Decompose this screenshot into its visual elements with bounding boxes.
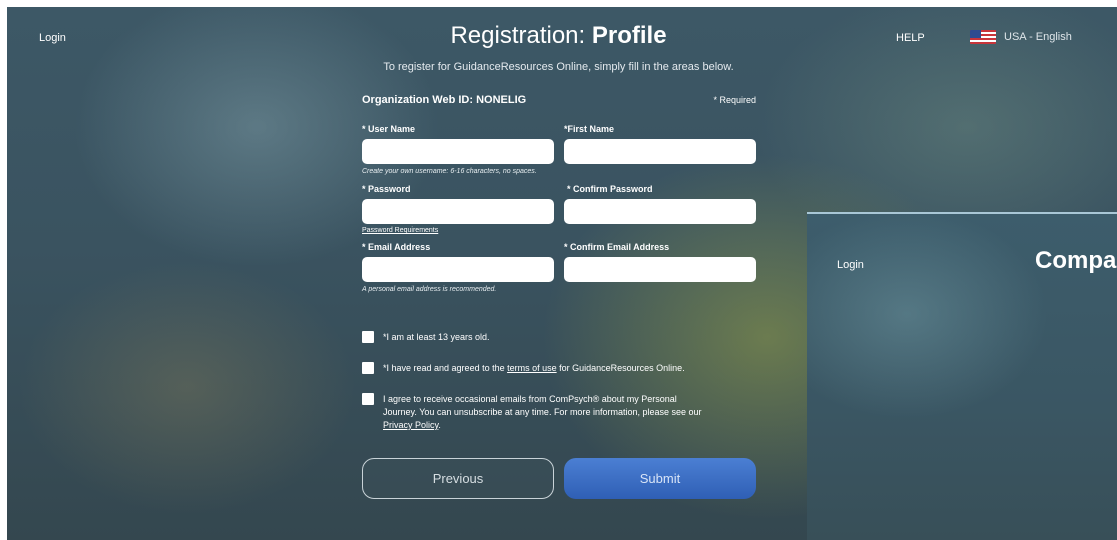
email-input[interactable] xyxy=(362,257,554,282)
email-hint: A personal email address is recommended. xyxy=(362,286,497,293)
terms-check-row: *I have read and agreed to the terms of … xyxy=(362,362,756,375)
emails-check-row: I agree to receive occasional emails fro… xyxy=(362,393,756,432)
field-row-emails: * Email Address * Confirm Email Address xyxy=(362,242,756,282)
first-name-label: *First Name xyxy=(564,124,615,134)
title-bold: Profile xyxy=(591,22,667,49)
terms-text-before: *I have read and agreed to the xyxy=(383,363,508,373)
confirm-password-label: * Confirm Password xyxy=(567,184,653,194)
agreement-checks: *I am at least 13 years old. *I have rea… xyxy=(362,331,756,432)
privacy-policy-link[interactable]: Privacy Policy xyxy=(383,420,438,430)
submit-button[interactable]: Submit xyxy=(564,458,756,499)
confirm-email-input[interactable] xyxy=(564,257,756,282)
org-row: Organization Web ID: NONELIG * Required xyxy=(362,94,756,110)
previous-button[interactable]: Previous xyxy=(362,458,554,499)
terms-of-use-link[interactable]: terms of use xyxy=(507,363,557,373)
overlapping-window[interactable]: Login Compa xyxy=(807,212,1117,540)
org-web-id: Organization Web ID: NONELIG xyxy=(362,94,527,106)
overlay-login-link[interactable]: Login xyxy=(837,259,864,271)
username-group: * User Name xyxy=(362,124,554,164)
language-label: USA - English xyxy=(1004,31,1072,43)
emails-text: I agree to receive occasional emails fro… xyxy=(383,394,702,417)
terms-check-label: *I have read and agreed to the terms of … xyxy=(383,362,723,375)
password-label: * Password xyxy=(362,184,411,194)
password-group: * Password xyxy=(362,184,554,224)
email-label: * Email Address xyxy=(362,242,431,252)
title-prefix: Registration: xyxy=(450,22,592,49)
emails-check-label: I agree to receive occasional emails fro… xyxy=(383,393,713,432)
field-row-names: * User Name *First Name xyxy=(362,124,756,164)
required-note: * Required xyxy=(713,95,756,105)
us-flag-icon xyxy=(970,30,996,44)
confirm-email-group: * Confirm Email Address xyxy=(564,242,756,282)
page-title: Registration: Profile xyxy=(0,22,1117,50)
terms-text-after: for GuidanceResources Online. xyxy=(556,363,685,373)
emails-checkbox[interactable] xyxy=(362,393,374,405)
age-check-row: *I am at least 13 years old. xyxy=(362,331,756,344)
username-label: * User Name xyxy=(362,124,416,134)
first-name-group: *First Name xyxy=(564,124,756,164)
age-checkbox[interactable] xyxy=(362,331,374,343)
confirm-email-label: * Confirm Email Address xyxy=(564,242,670,252)
first-name-input[interactable] xyxy=(564,139,756,164)
confirm-password-group: * Confirm Password xyxy=(564,184,756,224)
username-hint: Create your own username: 6-16 character… xyxy=(362,168,537,175)
emails-text-end: . xyxy=(438,420,441,430)
email-group: * Email Address xyxy=(362,242,554,282)
field-row-passwords: * Password * Confirm Password xyxy=(362,184,756,224)
confirm-password-input[interactable] xyxy=(564,199,756,224)
language-selector[interactable]: USA - English xyxy=(970,30,1072,44)
form-buttons: Previous Submit xyxy=(362,458,756,499)
password-requirements-link[interactable]: Password Requirements xyxy=(362,227,756,236)
help-link[interactable]: HELP xyxy=(896,32,925,44)
username-input[interactable] xyxy=(362,139,554,164)
registration-form: Organization Web ID: NONELIG * Required … xyxy=(362,94,756,450)
age-check-label: *I am at least 13 years old. xyxy=(383,332,490,342)
terms-checkbox[interactable] xyxy=(362,362,374,374)
password-input[interactable] xyxy=(362,199,554,224)
overlay-title: Compa xyxy=(1035,247,1117,274)
page-subtitle: To register for GuidanceResources Online… xyxy=(383,61,734,73)
